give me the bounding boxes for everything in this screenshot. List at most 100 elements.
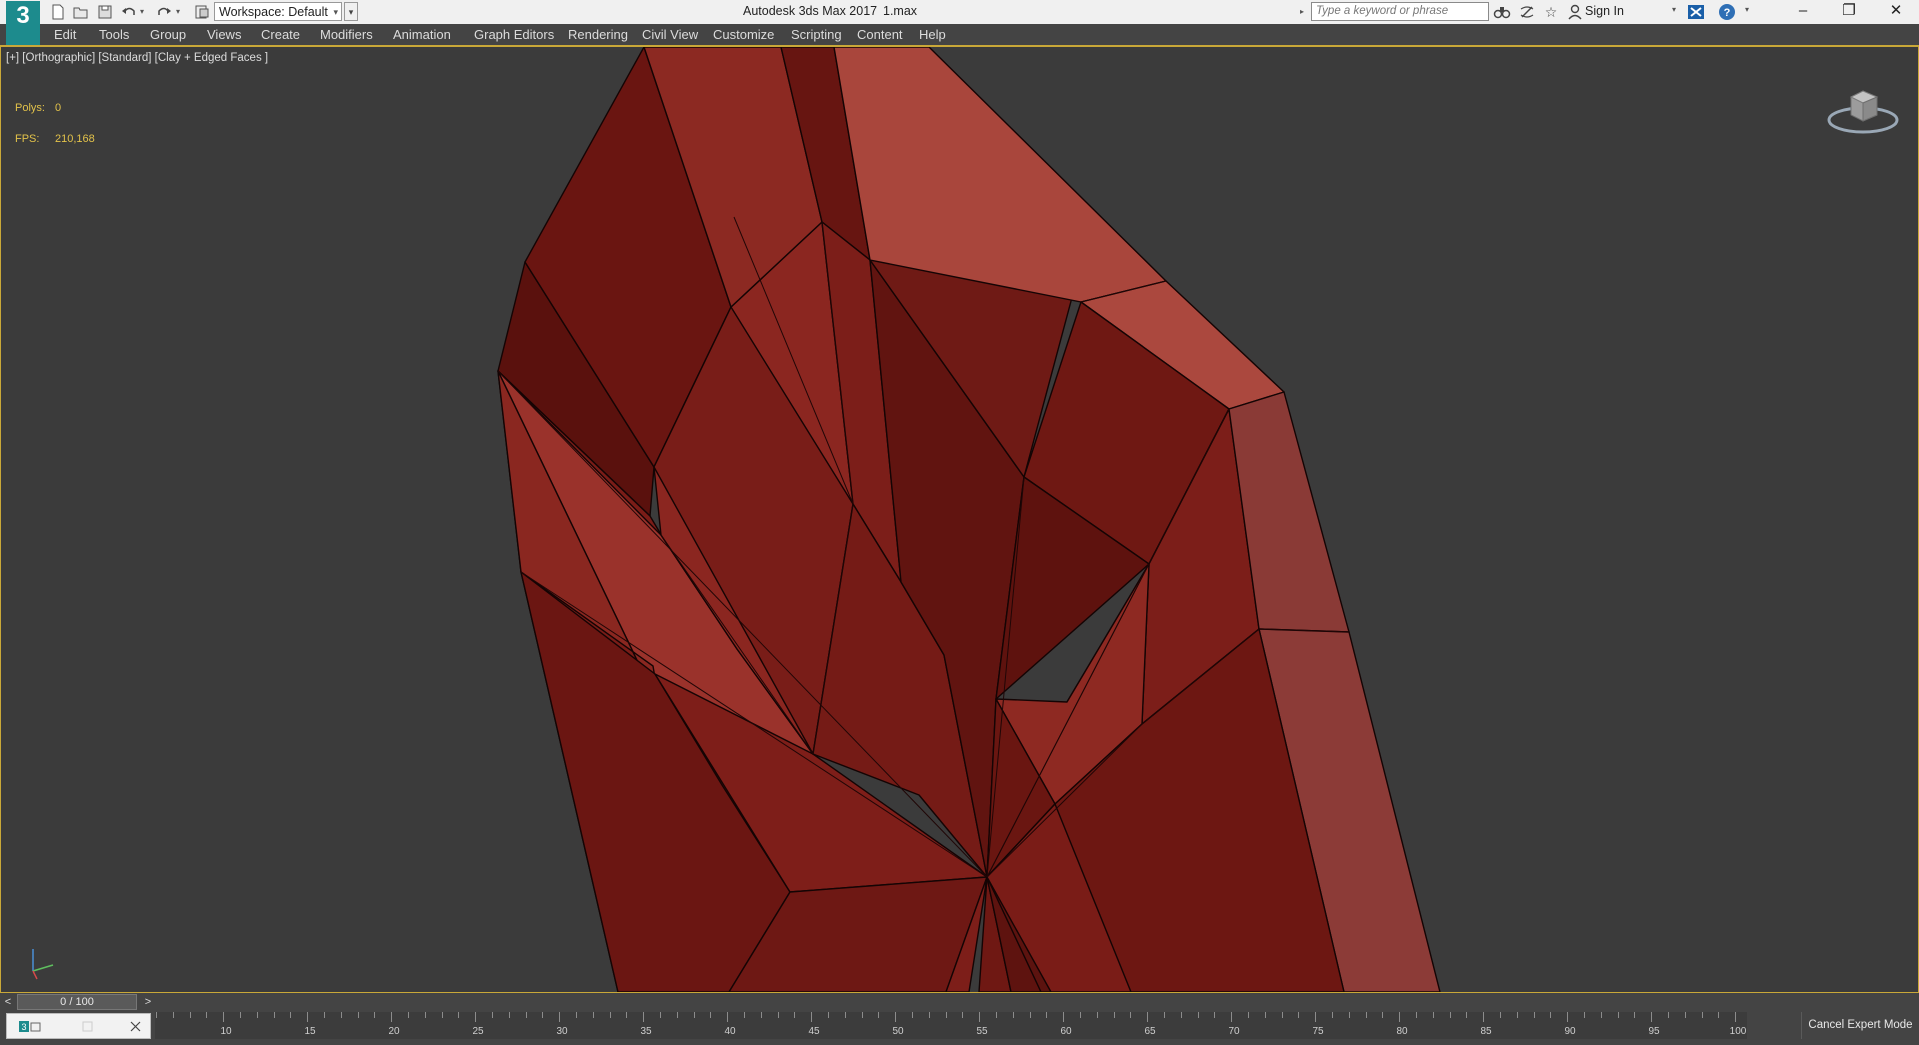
ruler-tick <box>979 1012 981 1022</box>
restore-button[interactable]: ❐ <box>1826 0 1872 24</box>
ruler-tick <box>1264 1012 1266 1018</box>
workspace-dropdown[interactable]: Workspace: Default ▾ <box>214 2 342 21</box>
ruler-tick <box>727 1012 729 1022</box>
ruler-tick <box>1567 1012 1569 1022</box>
ruler-tick <box>1096 1012 1098 1018</box>
ruler-label: 95 <box>1648 1026 1660 1037</box>
minimize-button[interactable]: – <box>1780 0 1826 24</box>
time-next-button[interactable]: > <box>141 995 155 1010</box>
menu-modifiers[interactable]: Modifiers <box>320 27 373 42</box>
ruler-tick <box>223 1012 225 1022</box>
undo-dropdown-icon[interactable]: ▾ <box>140 3 148 21</box>
svg-text:3: 3 <box>21 1022 26 1032</box>
menu-create[interactable]: Create <box>261 27 300 42</box>
ruler-tick <box>1164 1012 1165 1018</box>
ruler-tick <box>1432 1012 1434 1018</box>
ruler-tick <box>1029 1012 1031 1018</box>
help-dropdown-icon[interactable]: ▾ <box>1745 5 1749 14</box>
ruler-tick <box>811 1012 813 1022</box>
menu-rendering[interactable]: Rendering <box>568 27 628 42</box>
ruler-tick <box>710 1012 712 1018</box>
open-file-icon[interactable] <box>72 3 90 21</box>
sign-in-button[interactable]: Sign In <box>1585 4 1624 18</box>
menu-civil-view[interactable]: Civil View <box>642 27 698 42</box>
binoculars-icon[interactable] <box>1493 3 1511 21</box>
menu-tools[interactable]: Tools <box>99 27 129 42</box>
ruler-tick <box>424 1012 426 1018</box>
undo-icon[interactable] <box>120 3 138 21</box>
viewcube-icon[interactable] <box>1823 75 1903 145</box>
ruler-tick <box>1147 1012 1149 1022</box>
mini-listener-tab[interactable]: 3 <box>6 1013 151 1039</box>
search-input[interactable]: Type a keyword or phrase <box>1311 2 1489 21</box>
ruler-tick <box>206 1012 208 1018</box>
ruler-label: 90 <box>1564 1026 1576 1037</box>
menu-animation[interactable]: Animation <box>393 27 451 42</box>
ruler-tick <box>1600 1012 1602 1018</box>
autodesk-exchange-icon[interactable] <box>1687 3 1705 21</box>
track-bar-area: 3 10 15 20 25 30 35 40 45 50 55 60 65 70… <box>0 1012 1919 1039</box>
fps-value: 210,168 <box>55 133 95 145</box>
ruler-label: 50 <box>892 1026 904 1037</box>
perspective-viewport[interactable]: [+] [Orthographic] [Standard] [Clay + Ed… <box>0 46 1919 993</box>
favorites-star-icon[interactable]: ☆ <box>1542 3 1560 21</box>
ruler-tick <box>324 1012 325 1018</box>
ruler-label: 55 <box>976 1026 988 1037</box>
ruler-label: 20 <box>388 1026 400 1037</box>
viewport-label[interactable]: [+] [Orthographic] [Standard] [Clay + Ed… <box>6 52 268 64</box>
ruler-tick <box>1584 1012 1585 1018</box>
ruler-tick <box>861 1012 863 1018</box>
sign-in-dropdown-icon[interactable]: ▾ <box>1672 5 1676 14</box>
menu-scripting[interactable]: Scripting <box>791 27 842 42</box>
ruler-tick <box>1466 1012 1468 1018</box>
help-icon[interactable]: ? <box>1718 3 1736 21</box>
redo-dropdown-icon[interactable]: ▾ <box>176 3 184 21</box>
ruler-tick <box>760 1012 762 1018</box>
search-expand-icon[interactable]: ▸ <box>1300 2 1308 21</box>
axis-tripod-icon <box>32 949 54 980</box>
menu-bar: Edit Tools Group Views Create Modifiers … <box>0 24 1919 46</box>
crystal-mesh-model[interactable] <box>1 47 1919 993</box>
customize-toolbar-icon[interactable]: ▾ <box>344 2 358 21</box>
menu-edit[interactable]: Edit <box>54 27 76 42</box>
time-slider-bar: < 0 / 100 > <box>0 993 1919 1012</box>
new-file-icon[interactable] <box>49 3 67 21</box>
ruler-tick <box>1231 1012 1233 1022</box>
menu-help[interactable]: Help <box>919 27 946 42</box>
title-bar: 3 ▾ ▾ Workspace: Default ▾ ▾ Autodesk 3d… <box>0 0 1919 45</box>
menu-customize[interactable]: Customize <box>713 27 774 42</box>
menu-group[interactable]: Group <box>150 27 186 42</box>
ruler-tick <box>660 1012 661 1018</box>
file-name: 1.max <box>883 4 918 18</box>
app-logo-icon[interactable]: 3 <box>6 1 40 45</box>
time-prev-button[interactable]: < <box>1 995 15 1010</box>
polys-value: 0 <box>55 102 62 114</box>
close-button[interactable]: ✕ <box>1873 0 1919 24</box>
menu-content[interactable]: Content <box>857 27 903 42</box>
ruler-tick <box>777 1012 779 1018</box>
ruler-tick <box>1332 1012 1333 1018</box>
track-bar-ruler[interactable]: 10 15 20 25 30 35 40 45 50 55 60 65 70 7… <box>155 1012 1747 1039</box>
ruler-tick <box>256 1012 258 1018</box>
ruler-label: 60 <box>1060 1026 1072 1037</box>
ruler-tick <box>374 1012 376 1018</box>
ruler-tick <box>844 1012 846 1018</box>
redo-icon[interactable] <box>155 3 173 21</box>
app-title: Autodesk 3ds Max 2017 <box>743 4 878 18</box>
ruler-tick <box>609 1012 611 1018</box>
menu-graph-editors[interactable]: Graph Editors <box>474 27 554 42</box>
communication-center-icon[interactable] <box>1518 3 1536 21</box>
ruler-label: 10 <box>220 1026 232 1037</box>
save-icon[interactable] <box>96 3 114 21</box>
ruler-tick <box>559 1012 561 1022</box>
ruler-tick <box>1500 1012 1501 1018</box>
ruler-tick <box>962 1012 964 1018</box>
menu-views[interactable]: Views <box>207 27 241 42</box>
ruler-label: 65 <box>1144 1026 1156 1037</box>
mini-listener-icons: 3 <box>19 1021 141 1032</box>
cancel-expert-mode-button[interactable]: Cancel Expert Mode <box>1801 1012 1919 1039</box>
ruler-tick <box>357 1012 359 1018</box>
ruler-label: 30 <box>556 1026 568 1037</box>
time-slider-handle[interactable]: 0 / 100 <box>17 994 137 1010</box>
project-folder-icon[interactable] <box>193 3 211 21</box>
